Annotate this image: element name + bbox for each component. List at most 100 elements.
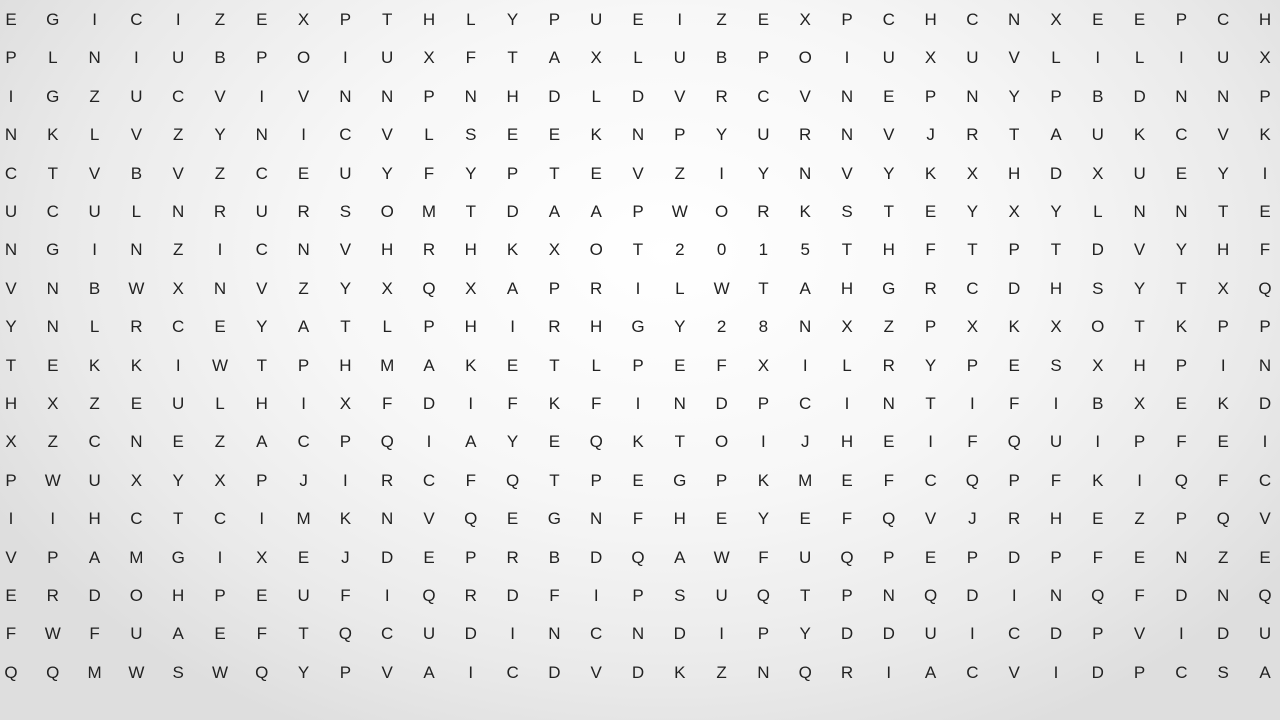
grid-letter: P bbox=[757, 624, 770, 644]
grid-letter: I bbox=[802, 355, 808, 375]
grid-letter: K bbox=[339, 509, 352, 529]
grid-letter: X bbox=[1092, 355, 1104, 375]
grid-letter: D bbox=[1133, 86, 1146, 106]
grid-letter: P bbox=[548, 278, 561, 298]
grid-letter: I bbox=[970, 624, 975, 644]
grid-letter: V bbox=[1133, 240, 1146, 260]
grid-letter: L bbox=[1093, 202, 1103, 221]
grid-letter: Z bbox=[716, 10, 727, 29]
grid-letter: Y bbox=[924, 355, 937, 375]
grid-letter: N bbox=[882, 586, 895, 605]
grid-letter: X bbox=[1092, 163, 1104, 183]
grid-letter: N bbox=[339, 86, 352, 106]
grid-letter: T bbox=[465, 202, 476, 221]
grid-letter: K bbox=[548, 394, 561, 413]
grid-letter: N bbox=[799, 163, 812, 183]
grid-letter: U bbox=[799, 547, 812, 567]
grid-letter: X bbox=[381, 278, 393, 298]
grid-letter: N bbox=[1008, 10, 1021, 29]
grid-letter: Y bbox=[883, 163, 895, 183]
grid-letter: T bbox=[674, 432, 685, 452]
grid-letter: L bbox=[591, 86, 601, 106]
grid-letter: K bbox=[1175, 317, 1188, 337]
grid-letter: X bbox=[924, 48, 937, 68]
grid-letter: C bbox=[590, 624, 603, 644]
grid-letter: T bbox=[298, 624, 309, 644]
grid-letter: P bbox=[506, 163, 519, 183]
grid-letter: Q bbox=[965, 470, 979, 490]
grid-letter: E bbox=[297, 163, 310, 183]
grid-letter: X bbox=[5, 432, 17, 452]
grid-letter: I bbox=[1179, 624, 1184, 644]
grid-letter: H bbox=[1008, 163, 1021, 183]
grid-letter: I bbox=[175, 355, 181, 375]
grid-letter: X bbox=[757, 355, 770, 375]
grid-letter: G bbox=[46, 10, 60, 29]
grid-letter: P bbox=[632, 355, 644, 375]
grid-letter: N bbox=[130, 240, 143, 260]
grid-letter: H bbox=[464, 317, 477, 337]
grid-letter: E bbox=[799, 509, 811, 529]
grid-letter: F bbox=[1176, 432, 1187, 452]
grid-letter: S bbox=[1092, 278, 1104, 298]
grid-letter: I bbox=[719, 163, 724, 183]
grid-letter: V bbox=[1259, 509, 1271, 529]
grid-letter: T bbox=[632, 240, 644, 260]
grid-letter: P bbox=[632, 202, 644, 221]
word-search-grid: EGICIZEXPTHLYPUEIZEXPCHCNXEEPCHPLNIUBPOI… bbox=[0, 0, 1280, 720]
grid-letter: Y bbox=[506, 10, 519, 29]
grid-letter: Z bbox=[214, 10, 226, 29]
grid-letter: V bbox=[1008, 662, 1020, 682]
grid-letter: X bbox=[339, 394, 352, 413]
grid-letter: Q bbox=[1258, 278, 1272, 298]
grid-letter: I bbox=[259, 86, 265, 106]
grid-letter: L bbox=[466, 10, 476, 29]
grid-letter: T bbox=[1176, 278, 1187, 298]
grid-letter: Y bbox=[674, 317, 686, 337]
grid-letter: W bbox=[128, 662, 145, 682]
grid-letter: O bbox=[589, 240, 603, 260]
grid-letter: K bbox=[506, 240, 519, 260]
grid-letter: Z bbox=[716, 662, 727, 682]
grid-letter: P bbox=[841, 10, 853, 29]
grid-letter: P bbox=[47, 547, 59, 567]
grid-letter: Z bbox=[674, 163, 685, 183]
grid-letter: Y bbox=[214, 125, 226, 145]
grid-letter: N bbox=[966, 86, 979, 106]
grid-letter: D bbox=[966, 586, 979, 605]
grid-letter: Q bbox=[798, 662, 812, 682]
grid-letter: C bbox=[255, 240, 268, 260]
grid-letter: I bbox=[510, 624, 515, 644]
grid-letter: V bbox=[172, 163, 184, 183]
grid-letter: C bbox=[339, 125, 352, 145]
grid-letter: I bbox=[134, 48, 139, 68]
grid-letter: M bbox=[87, 662, 102, 682]
grid-letter: Y bbox=[757, 509, 770, 529]
grid-letter: L bbox=[215, 394, 225, 413]
grid-letter: Y bbox=[966, 202, 979, 221]
grid-letter: L bbox=[48, 48, 58, 68]
grid-letter: E bbox=[5, 586, 17, 605]
grid-letter: J bbox=[299, 470, 308, 490]
grid-letter: Y bbox=[1175, 240, 1188, 260]
grid-letter: V bbox=[632, 163, 644, 183]
grid-letter: P bbox=[339, 10, 352, 29]
grid-letter: C bbox=[130, 509, 143, 529]
grid-letter: G bbox=[46, 240, 60, 260]
grid-letter: T bbox=[340, 317, 351, 337]
grid-letter: Q bbox=[882, 509, 896, 529]
grid-letter: C bbox=[88, 432, 101, 452]
grid-letter: F bbox=[590, 394, 602, 413]
grid-letter: F bbox=[1050, 470, 1062, 490]
grid-letter: R bbox=[924, 278, 937, 298]
grid-letter: D bbox=[548, 86, 561, 106]
grid-letter: V bbox=[1217, 125, 1229, 145]
grid-letter: R bbox=[506, 547, 519, 567]
grid-letter: H bbox=[924, 10, 937, 29]
grid-letter: Q bbox=[840, 547, 854, 567]
grid-letter: L bbox=[89, 125, 100, 145]
grid-letter: P bbox=[423, 317, 435, 337]
grid-letter: I bbox=[970, 394, 975, 413]
grid-letter: S bbox=[1050, 355, 1062, 375]
grid-letter: S bbox=[674, 586, 686, 605]
